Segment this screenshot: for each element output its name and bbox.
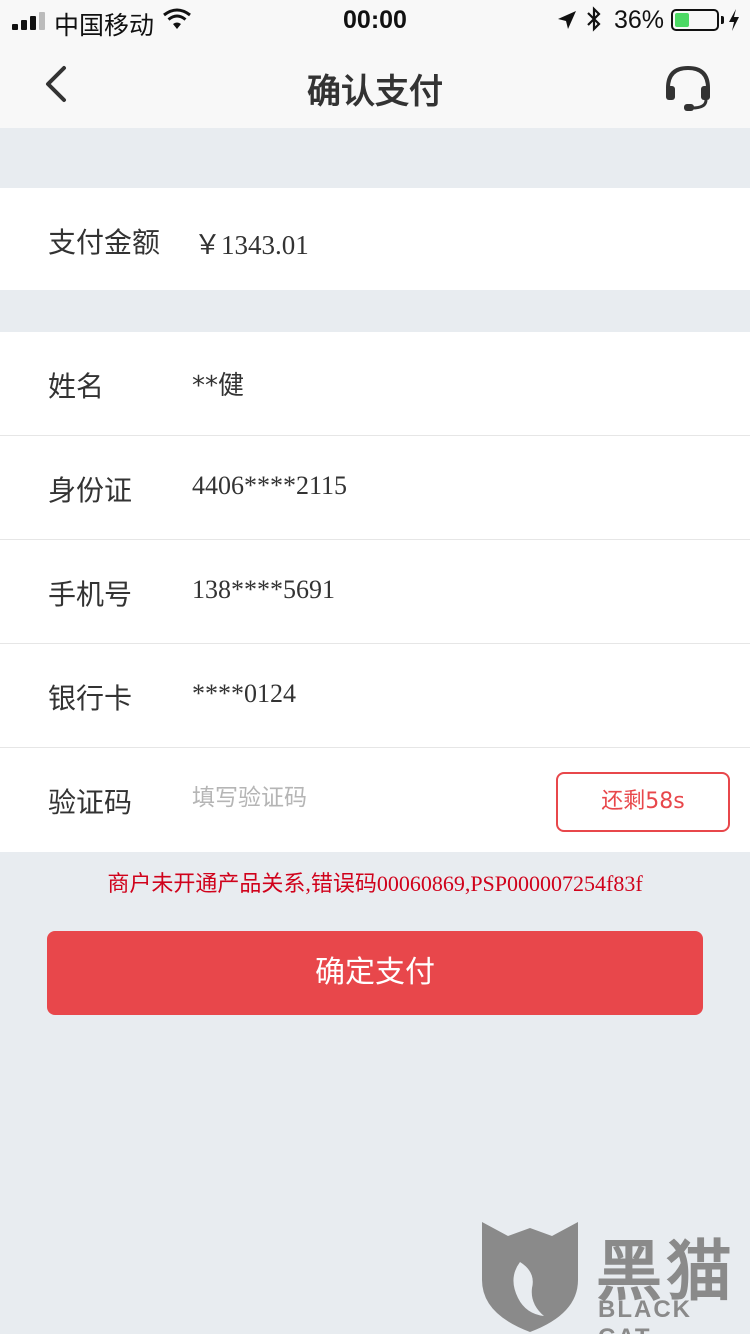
amount-value: ￥1343.01 bbox=[194, 230, 309, 260]
verification-code-label: 验证码 bbox=[48, 786, 133, 819]
id-card-label: 身份证 bbox=[48, 474, 133, 507]
id-card-value: 4406****2115 bbox=[192, 471, 348, 500]
charging-bolt-icon bbox=[729, 9, 739, 31]
customer-service-button[interactable] bbox=[660, 60, 716, 116]
confirm-payment-button[interactable]: 确定支付 bbox=[47, 931, 703, 1015]
verification-code-row: 验证码 还剩58s bbox=[0, 748, 750, 852]
black-cat-watermark: 黑猫 BLACK CAT bbox=[478, 1218, 750, 1334]
info-section: 姓名 **健 身份证 4406****2115 手机号 138****5691 … bbox=[0, 332, 750, 852]
id-card-row: 身份证 4406****2115 bbox=[0, 436, 750, 540]
bluetooth-icon bbox=[587, 6, 601, 32]
battery-cap bbox=[721, 16, 724, 24]
headset-icon bbox=[666, 65, 710, 111]
battery-fill bbox=[675, 13, 689, 27]
verification-code-input[interactable] bbox=[192, 778, 532, 818]
phone-value: 138****5691 bbox=[192, 575, 335, 604]
name-label: 姓名 bbox=[48, 370, 105, 403]
status-bar: 中国移动 00:00 36% bbox=[0, 0, 750, 40]
battery-icon bbox=[671, 9, 719, 31]
bank-card-row: 银行卡 ****0124 bbox=[0, 644, 750, 748]
nav-bar: 确认支付 bbox=[0, 40, 750, 128]
name-value: **健 bbox=[192, 371, 245, 401]
bank-card-value: ****0124 bbox=[192, 679, 296, 708]
bank-card-label: 银行卡 bbox=[48, 682, 133, 715]
resend-code-countdown-button[interactable]: 还剩58s bbox=[556, 772, 730, 832]
battery-percent: 36% bbox=[614, 6, 665, 34]
page-title: 确认支付 bbox=[307, 72, 443, 112]
amount-row: 支付金额 ￥1343.01 bbox=[0, 188, 750, 290]
black-cat-shield-logo bbox=[482, 1222, 578, 1332]
name-row: 姓名 **健 bbox=[0, 332, 750, 436]
phone-label: 手机号 bbox=[48, 578, 133, 611]
error-message: 商户未开通产品关系,错误码00060869,PSP000007254f83f bbox=[107, 871, 643, 896]
phone-row: 手机号 138****5691 bbox=[0, 540, 750, 644]
amount-section: 支付金额 ￥1343.01 bbox=[0, 188, 750, 290]
amount-label: 支付金额 bbox=[48, 226, 161, 259]
watermark-text-en: BLACK CAT bbox=[598, 1296, 692, 1334]
location-arrow-icon bbox=[558, 11, 576, 29]
